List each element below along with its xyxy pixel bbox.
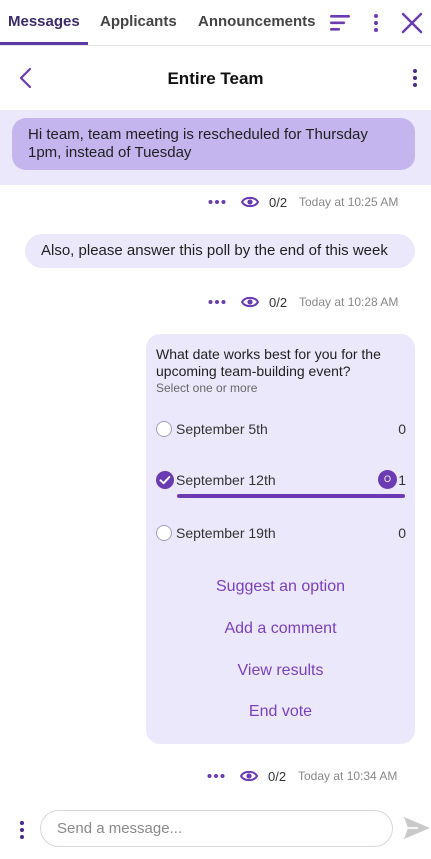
- seen-count: 0/2: [268, 769, 287, 784]
- send-icon[interactable]: [402, 814, 431, 842]
- conversation-title: Entire Team: [167, 69, 264, 88]
- poll-option-label: September 5th: [176, 421, 268, 437]
- more-vertical-icon[interactable]: [405, 65, 425, 91]
- poll-option-votes: 0: [398, 525, 406, 541]
- tab-applicants[interactable]: Applicants: [100, 13, 177, 30]
- poll-option[interactable]: September 12th O 1: [156, 469, 406, 493]
- tab-announcements[interactable]: Announcements: [198, 13, 316, 30]
- conversation-header: Entire Team: [0, 47, 431, 110]
- message-timestamp: Today at 10:25 AM: [299, 195, 399, 209]
- poll-option-votes: 1: [398, 472, 406, 488]
- poll-option-votes: 0: [398, 421, 406, 437]
- message-list[interactable]: Hi team, team meeting is rescheduled for…: [0, 110, 431, 800]
- seen-count: 0/2: [269, 195, 288, 210]
- poll-progress-fill: [177, 494, 405, 498]
- poll-option-label: September 12th: [176, 472, 276, 488]
- more-horizontal-icon[interactable]: [207, 292, 227, 312]
- message-timestamp: Today at 10:34 AM: [298, 769, 398, 783]
- radio-unchecked-icon[interactable]: [156, 525, 172, 541]
- more-vertical-icon[interactable]: [363, 10, 389, 36]
- message-composer: [0, 800, 431, 859]
- poll-card: What date works best for you for the upc…: [146, 334, 415, 744]
- message-bubble[interactable]: Hi team, team meeting is rescheduled for…: [12, 118, 415, 170]
- message-timestamp: Today at 10:28 AM: [299, 295, 399, 309]
- message-meta: 0/2 Today at 10:34 AM: [206, 766, 416, 786]
- message-meta: 0/2 Today at 10:25 AM: [207, 192, 417, 212]
- view-results-button[interactable]: View results: [146, 662, 415, 680]
- voter-avatar: O: [378, 470, 397, 489]
- eye-icon: [240, 770, 258, 782]
- filter-icon[interactable]: [327, 10, 353, 36]
- more-horizontal-icon[interactable]: [206, 766, 226, 786]
- poll-option[interactable]: September 5th 0: [156, 418, 406, 442]
- checkmark-circle-icon[interactable]: [156, 471, 174, 489]
- end-vote-button[interactable]: End vote: [146, 703, 415, 721]
- close-icon[interactable]: [399, 10, 425, 36]
- more-vertical-icon[interactable]: [12, 819, 32, 841]
- active-tab-indicator: [0, 42, 88, 45]
- message-bubble[interactable]: Also, please answer this poll by the end…: [25, 234, 415, 268]
- tab-messages[interactable]: Messages: [8, 13, 80, 30]
- eye-icon: [241, 196, 259, 208]
- add-comment-button[interactable]: Add a comment: [146, 620, 415, 638]
- poll-option[interactable]: September 19th 0: [156, 522, 406, 546]
- message-meta: 0/2 Today at 10:28 AM: [207, 292, 417, 312]
- message-input[interactable]: [40, 810, 393, 847]
- more-horizontal-icon[interactable]: [207, 192, 227, 212]
- eye-icon: [241, 296, 259, 308]
- poll-hint: Select one or more: [156, 381, 258, 395]
- top-tab-bar: Messages Applicants Announcements: [0, 0, 431, 46]
- seen-count: 0/2: [269, 295, 288, 310]
- poll-progress-bar: [177, 494, 405, 498]
- suggest-option-button[interactable]: Suggest an option: [146, 578, 415, 596]
- poll-option-label: September 19th: [176, 525, 276, 541]
- radio-unchecked-icon[interactable]: [156, 421, 172, 437]
- poll-question: What date works best for you for the upc…: [156, 346, 381, 379]
